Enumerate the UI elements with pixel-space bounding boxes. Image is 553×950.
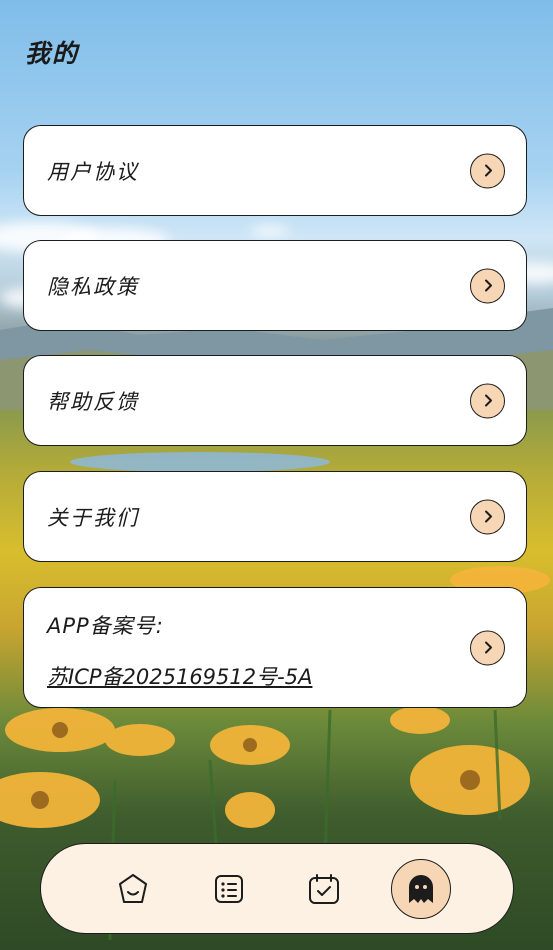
- menu-item-privacy-policy[interactable]: 隐私政策: [23, 240, 527, 331]
- page-title: 我的: [25, 39, 80, 68]
- lake: [70, 452, 330, 472]
- icp-label: APP备案号:: [47, 614, 164, 638]
- chevron-right-icon[interactable]: [470, 153, 505, 188]
- menu-item-label: 关于我们: [47, 505, 139, 530]
- bottom-tab-bar: [40, 843, 514, 934]
- menu-item-label: 用户协议: [47, 159, 139, 184]
- home-face-icon: [119, 873, 147, 903]
- list-icon: [215, 874, 243, 903]
- menu-item-user-agreement[interactable]: 用户协议: [23, 125, 527, 216]
- chevron-right-icon[interactable]: [470, 499, 505, 534]
- tab-calendar[interactable]: [307, 872, 341, 906]
- menu-item-about-us[interactable]: 关于我们: [23, 471, 527, 562]
- calendar-check-icon: [309, 873, 339, 904]
- menu-item-label: 帮助反馈: [47, 389, 139, 414]
- menu-item-help-feedback[interactable]: 帮助反馈: [23, 355, 527, 446]
- tab-list[interactable]: [213, 873, 245, 905]
- icp-record-card[interactable]: APP备案号: 苏ICP备2025169512号-5A: [23, 587, 527, 708]
- chevron-right-icon[interactable]: [470, 630, 505, 665]
- tab-profile[interactable]: [391, 858, 451, 919]
- chevron-right-icon[interactable]: [470, 268, 505, 303]
- icp-number-link[interactable]: 苏ICP备2025169512号-5A: [47, 661, 312, 691]
- menu-item-label: 隐私政策: [47, 274, 139, 299]
- ghost-icon: [409, 874, 433, 903]
- chevron-right-icon[interactable]: [470, 383, 505, 418]
- tab-home[interactable]: [116, 872, 150, 906]
